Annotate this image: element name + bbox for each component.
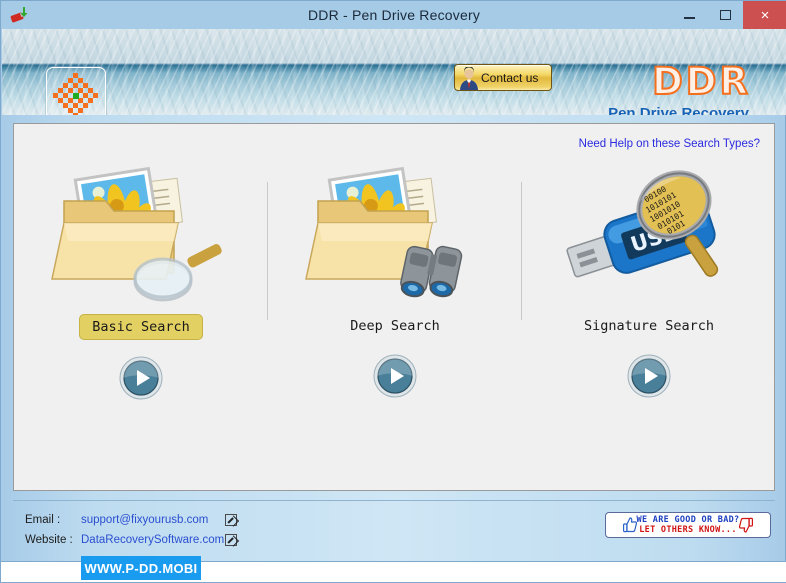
search-option-deep[interactable]: Deep Search xyxy=(268,158,522,458)
person-avatar-icon xyxy=(460,67,478,90)
folder-photos-magnifier-icon xyxy=(46,160,236,310)
brand-title: DDR xyxy=(651,59,751,104)
brand-subtitle: Pen Drive Recovery xyxy=(608,105,749,115)
app-logo-box xyxy=(46,67,106,115)
contact-us-label: Contact us xyxy=(481,70,539,85)
thumbs-up-icon xyxy=(622,517,637,533)
feedback-text: WE ARE GOOD OR BAD? LET OTHERS KNOW... xyxy=(637,515,740,535)
window-controls: × xyxy=(671,1,786,29)
external-link-icon[interactable] xyxy=(225,534,237,546)
watermark: WWW.P-DD.MOBI xyxy=(81,556,201,580)
window-title: DDR - Pen Drive Recovery xyxy=(307,7,481,23)
thumbs-down-icon xyxy=(739,517,754,533)
website-value[interactable]: DataRecoverySoftware.com xyxy=(81,534,224,546)
ddr-checkered-logo xyxy=(53,73,98,115)
contact-us-button[interactable]: Contact us xyxy=(454,64,552,91)
close-button[interactable]: × xyxy=(743,1,786,29)
help-link[interactable]: Need Help on these Search Types? xyxy=(579,138,760,150)
play-button-basic[interactable] xyxy=(119,356,163,400)
title-bar: DDR - Pen Drive Recovery × xyxy=(1,1,786,29)
search-option-signature[interactable]: USB 00100 1010101 1001010 010101 0101 Si… xyxy=(522,158,776,458)
application-window: DDR - Pen Drive Recovery × Contact us DD… xyxy=(0,0,786,583)
minimize-button[interactable] xyxy=(671,1,707,29)
email-value[interactable]: support@fixyourusb.com xyxy=(81,514,221,526)
folder-photos-binoculars-icon xyxy=(300,160,490,310)
play-button-deep[interactable] xyxy=(373,354,417,398)
contact-info: Email : support@fixyourusb.com Website :… xyxy=(25,510,237,550)
search-option-basic-label: Basic Search xyxy=(79,314,203,340)
website-row: Website : DataRecoverySoftware.com xyxy=(25,530,237,550)
feedback-line-2: LET OTHERS KNOW... xyxy=(639,525,737,535)
website-label: Website : xyxy=(25,534,73,546)
feedback-button[interactable]: WE ARE GOOD OR BAD? LET OTHERS KNOW... xyxy=(605,512,771,538)
usb-drive-binary-magnifier-icon: USB 00100 1010101 1001010 010101 0101 xyxy=(554,160,744,310)
search-option-deep-label: Deep Search xyxy=(350,318,440,334)
footer: Email : support@fixyourusb.com Website :… xyxy=(1,501,786,563)
search-option-signature-label: Signature Search xyxy=(583,318,715,334)
email-row: Email : support@fixyourusb.com xyxy=(25,510,237,530)
feedback-line-1: WE ARE GOOD OR BAD? xyxy=(636,515,740,525)
search-option-basic[interactable]: Basic Search xyxy=(14,158,268,458)
maximize-button[interactable] xyxy=(707,1,743,29)
search-options-row: Basic Search Deep Search USB 00100 10101… xyxy=(14,158,776,458)
main-content-panel: Need Help on these Search Types? Basic S… xyxy=(13,123,775,491)
play-button-signature[interactable] xyxy=(627,354,671,398)
email-label: Email : xyxy=(25,514,61,526)
header-banner: Contact us DDR Pen Drive Recovery xyxy=(2,29,786,115)
external-link-icon[interactable] xyxy=(225,514,237,526)
